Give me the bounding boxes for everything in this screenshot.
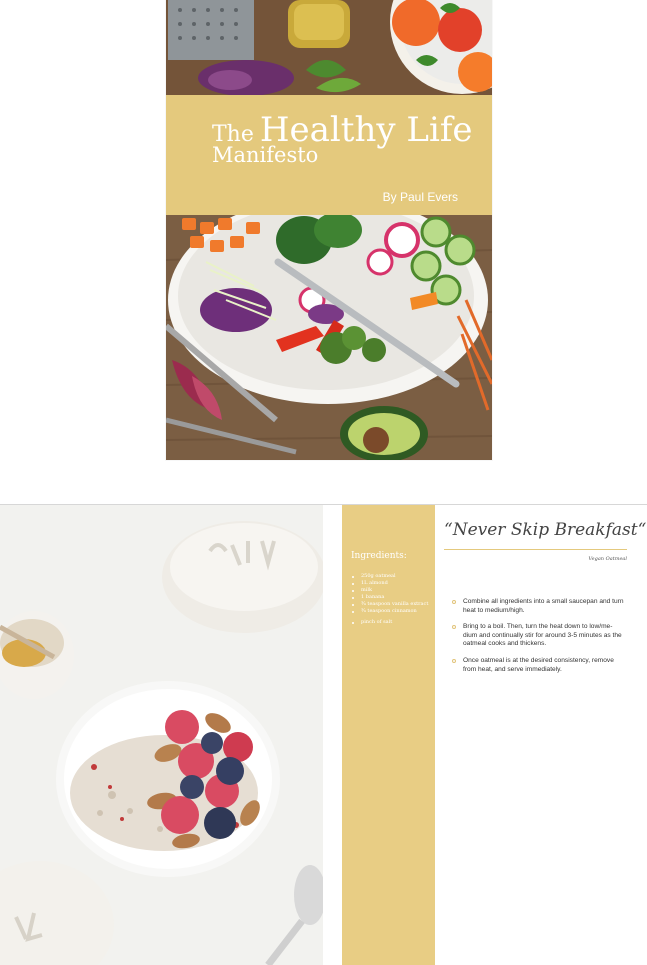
instruction-step: Combine all ingredients into a small sau…: [452, 598, 624, 615]
ingredient-item: milk: [351, 587, 441, 594]
ingredient-item: pinch of salt: [351, 619, 441, 626]
ingredient-item: 250g oatmeal: [351, 573, 441, 580]
ingredients-heading: Ingredients:: [351, 551, 407, 561]
cover-title: The Healthy Life: [212, 113, 473, 147]
title-rule: [444, 549, 627, 550]
ingredients-column: Ingredients: 250g oatmeal 1L almond milk…: [342, 505, 435, 965]
instruction-text: Combine all ingredients into a small sau…: [463, 598, 624, 614]
title-band: The Healthy Life Manifesto By Paul Evers: [166, 95, 492, 215]
ingredient-item: ¾ teaspoon cinnamon: [351, 608, 441, 615]
ingredient-item: ¾ teaspoon vanilla extract: [351, 601, 441, 608]
circle-bullet-icon: [452, 658, 456, 663]
instructions-list: Combine all ingredients into a small sau…: [452, 598, 624, 682]
oatmeal-photo: [0, 505, 323, 965]
cover-title-line2: Manifesto: [212, 143, 319, 167]
instruction-text: Bring to a boil. Then, turn the heat dow…: [463, 623, 622, 648]
circle-bullet-icon: [452, 625, 456, 630]
book-cover: The Healthy Life Manifesto By Paul Evers: [166, 0, 492, 460]
ingredients-list: 250g oatmeal 1L almond milk 1 banana ¾ t…: [351, 573, 441, 626]
cover-author: By Paul Evers: [382, 190, 458, 204]
instruction-step: Bring to a boil. Then, turn the heat dow…: [452, 623, 624, 649]
recipe-subtitle: Vegan Oatmeal: [588, 556, 627, 562]
instruction-text: Once oatmeal is at the desired consisten…: [463, 656, 614, 673]
instruction-step: Once oatmeal is at the desired consisten…: [452, 657, 624, 674]
ingredient-item: 1L almond: [351, 580, 441, 587]
circle-bullet-icon: [452, 600, 456, 604]
ingredient-item: 1 banana: [351, 594, 441, 601]
cover-bottom-photo: [166, 196, 492, 460]
recipe-title: “Never Skip Breakfast“: [444, 520, 647, 540]
